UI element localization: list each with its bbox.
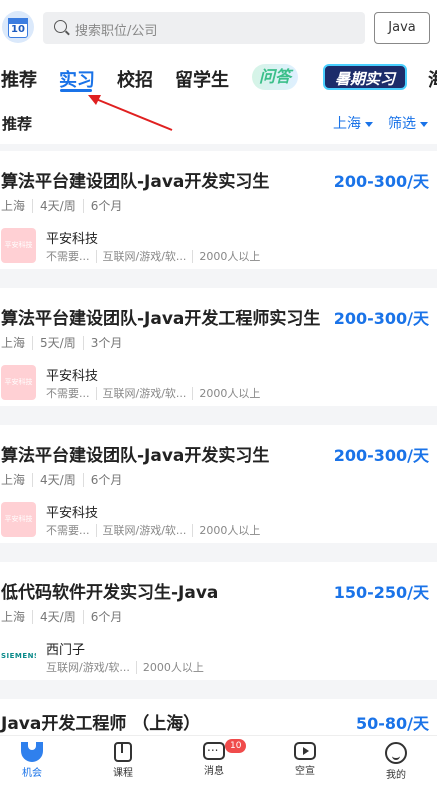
screen-filter[interactable]: 筛选 xyxy=(388,113,428,133)
calendar-avatar-icon[interactable]: 10 xyxy=(2,11,34,43)
company-funding: 不需要... xyxy=(46,387,90,400)
company-size: 2000人以上 xyxy=(192,387,261,400)
job-card[interactable]: 算法平台建设团队-Java开发实习生 200-300/天 上海 4天/周 6个月 平… xyxy=(0,151,437,269)
company-industry: 互联网/游戏/软... xyxy=(95,524,187,537)
job-title: 算法平台建设团队-Java开发工程师实习生 xyxy=(1,309,321,329)
calendar-day: 10 xyxy=(11,24,25,35)
job-card[interactable]: 算法平台建设团队-Java开发工程师实习生 200-300/天 上海 5天/周 3个… xyxy=(0,288,437,406)
tab-more[interactable]: 海 xyxy=(428,66,437,92)
message-badge: 10 xyxy=(225,739,247,753)
job-city: 上海 xyxy=(1,473,26,487)
job-city: 上海 xyxy=(1,199,26,213)
tab-overseas[interactable]: 留学生 xyxy=(175,66,229,92)
opportunity-icon xyxy=(21,742,43,762)
job-city: 上海 xyxy=(1,610,26,624)
job-months: 6个月 xyxy=(82,610,123,624)
java-intention-button[interactable]: Java xyxy=(374,12,430,44)
company-size: 2000人以上 xyxy=(135,661,204,674)
job-salary: 200-300/天 xyxy=(333,309,429,328)
company-industry: 互联网/游戏/软... xyxy=(46,661,130,674)
search-icon xyxy=(54,20,67,33)
message-icon: 10 xyxy=(203,739,247,760)
nav-label: 课程 xyxy=(113,768,133,779)
company-name: 西门子 xyxy=(46,643,86,658)
nav-label: 消息 xyxy=(204,766,224,777)
nav-label: 空宣 xyxy=(295,766,315,777)
tab-recommend[interactable]: 推荐 xyxy=(1,66,37,92)
job-card[interactable]: 低代码软件开发实习生-Java 150-250/天 上海 4天/周 6个月 SIEM… xyxy=(0,562,437,680)
company-info: 不需要... 互联网/游戏/软... 2000人以上 xyxy=(46,248,261,264)
section-title: 推荐 xyxy=(2,115,33,133)
company-size: 2000人以上 xyxy=(192,250,261,263)
job-title: 算法平台建设团队-Java开发实习生 xyxy=(1,446,270,466)
active-tab-indicator xyxy=(60,89,92,92)
company-name: 平安科技 xyxy=(46,369,99,384)
nav-kongxuan[interactable]: 空宣 xyxy=(275,742,335,777)
job-salary: 50-80/天 xyxy=(355,714,429,733)
search-placeholder: 搜索职位/公司 xyxy=(75,24,158,39)
job-months: 6个月 xyxy=(82,199,123,213)
job-title: 算法平台建设团队-Java开发实习生 xyxy=(1,172,270,192)
job-days: 4天/周 xyxy=(32,199,76,213)
siemens-logo: SIEMENS xyxy=(1,639,36,674)
job-meta: 上海 4天/周 6个月 xyxy=(1,608,123,625)
company-name: 平安科技 xyxy=(46,232,99,247)
tab-qa[interactable]: 问答 xyxy=(252,64,298,90)
company-size: 2000人以上 xyxy=(192,524,261,537)
job-months: 3个月 xyxy=(82,336,123,350)
nav-label: 机会 xyxy=(22,768,42,779)
bottom-navigation: 机会 课程 10 消息 空宣 我的 xyxy=(0,735,437,786)
job-meta: 上海 5天/周 3个月 xyxy=(1,334,123,351)
job-days: 5天/周 xyxy=(32,336,76,350)
job-title: 低代码软件开发实习生-Java xyxy=(1,583,219,603)
profile-face-icon xyxy=(385,742,407,764)
job-card[interactable]: Java开发工程师 （上海） 50-80/天 xyxy=(0,699,437,735)
job-title: Java开发工程师 （上海） xyxy=(1,714,201,734)
company-info: 不需要... 互联网/游戏/软... 2000人以上 xyxy=(46,522,261,538)
company-funding: 不需要... xyxy=(46,524,90,537)
job-salary: 200-300/天 xyxy=(333,446,429,465)
nav-messages[interactable]: 10 消息 xyxy=(184,739,247,777)
company-industry: 互联网/游戏/软... xyxy=(95,250,187,263)
job-days: 4天/周 xyxy=(32,473,76,487)
tab-campus[interactable]: 校招 xyxy=(117,66,153,92)
job-days: 4天/周 xyxy=(32,610,76,624)
top-bar: 10 搜索职位/公司 Java xyxy=(0,0,437,58)
job-meta: 上海 4天/周 6个月 xyxy=(1,471,123,488)
company-industry: 互联网/游戏/软... xyxy=(95,387,187,400)
tab-summer-internship[interactable]: 暑期实习 xyxy=(323,64,407,90)
company-info: 互联网/游戏/软... 2000人以上 xyxy=(46,659,204,675)
book-icon xyxy=(114,742,132,762)
job-months: 6个月 xyxy=(82,473,123,487)
company-logo: 平安科技 xyxy=(1,502,36,537)
job-salary: 200-300/天 xyxy=(333,172,429,191)
company-logo: 平安科技 xyxy=(1,228,36,263)
city-filter[interactable]: 上海 xyxy=(333,113,373,133)
company-logo: 平安科技 xyxy=(1,365,36,400)
job-salary: 150-250/天 xyxy=(333,583,429,602)
job-card[interactable]: 算法平台建设团队-Java开发实习生 200-300/天 上海 4天/周 6个月 平… xyxy=(0,425,437,543)
nav-courses[interactable]: 课程 xyxy=(93,742,153,779)
company-info: 不需要... 互联网/游戏/软... 2000人以上 xyxy=(46,385,261,401)
nav-opportunity[interactable]: 机会 xyxy=(2,742,62,779)
nav-mine[interactable]: 我的 xyxy=(366,742,426,781)
video-play-icon xyxy=(294,742,316,760)
filter-bar: 推荐 上海 筛选 xyxy=(0,100,437,144)
nav-label: 我的 xyxy=(386,770,406,781)
job-city: 上海 xyxy=(1,336,26,350)
company-name: 平安科技 xyxy=(46,506,99,521)
job-meta: 上海 4天/周 6个月 xyxy=(1,197,123,214)
search-input[interactable]: 搜索职位/公司 xyxy=(43,12,365,44)
company-funding: 不需要... xyxy=(46,250,90,263)
